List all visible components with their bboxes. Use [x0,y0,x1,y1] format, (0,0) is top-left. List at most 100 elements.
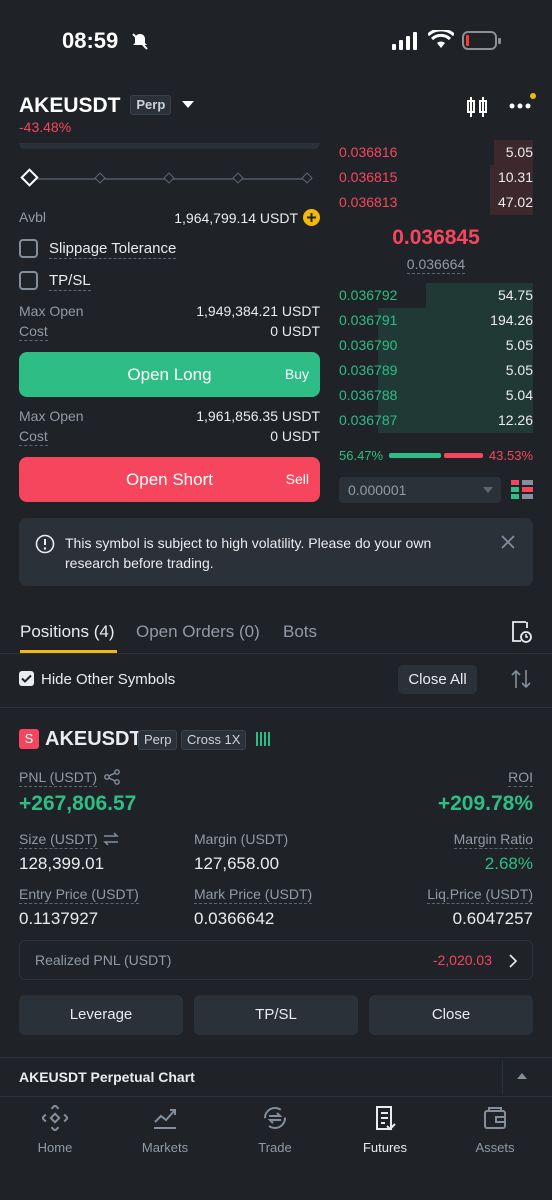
history-icon[interactable] [510,620,532,644]
long-max-open-row: Max Open 1,949,384.21 USDT [19,303,320,319]
more-icon[interactable] [508,92,538,118]
mark-price[interactable]: 0.036664 [339,256,533,274]
size-value: 128,399.01 [19,854,105,873]
bid-qty: 54.75 [497,287,533,303]
long-cost-value: 0 USDT [270,323,320,339]
short-cost-value: 0 USDT [270,428,320,444]
position-symbol[interactable]: AKEUSDT [45,728,142,751]
pnl-label: PNL (USDT) [19,769,98,787]
mark-price-label: Mark Price (USDT) [194,886,313,904]
margin-label: Margin (USDT) [194,831,289,847]
bid-row[interactable]: 0.036788 5.04 [339,383,533,408]
bid-row[interactable]: 0.036791 194.26 [339,308,533,333]
bid-row[interactable]: 0.036787 12.26 [339,408,533,433]
slippage-checkbox[interactable] [19,239,38,258]
input-bottom-edge [19,143,320,149]
short-max-open-row: Max Open 1,961,856.35 USDT [19,408,320,424]
nav-assets-label: Assets [475,1140,515,1155]
realized-pnl-label: Realized PNL (USDT) [35,952,172,968]
realized-pnl-row[interactable]: Realized PNL (USDT) -2,020.03 [19,940,533,980]
open-short-label: Open Short [126,470,213,489]
ask-row[interactable]: 0.036813 47.02 [339,190,533,215]
amount-slider[interactable] [19,168,320,188]
nav-home[interactable]: Home [0,1103,110,1155]
swap-units-icon[interactable] [102,832,120,846]
nav-trade[interactable]: Trade [220,1105,330,1155]
nav-futures[interactable]: Futures [330,1105,440,1155]
short-max-open-value: 1,961,856.35 USDT [196,408,320,424]
bid-price: 0.036790 [339,337,398,353]
margin-value: 127,658.00 [194,854,280,873]
bottom-nav: Home Markets Trade Futures Assets [0,1096,552,1200]
available-row: Avbl 1,964,799.14 USDT [19,209,320,226]
tpsl-checkbox[interactable] [19,271,38,290]
close-position-button[interactable]: Close [369,995,533,1035]
book-layout-icon[interactable] [511,480,533,500]
sort-icon[interactable] [510,668,532,690]
position-perp-tag: Perp [138,730,178,750]
last-price[interactable]: 0.036845 [339,226,533,250]
buy-label: Buy [284,366,309,382]
caret-up-icon[interactable] [517,1073,527,1080]
ratio-sell-bar [444,453,483,458]
price-change: -43.48% [19,119,72,135]
ask-row[interactable]: 0.036815 10.31 [339,165,533,190]
slippage-label[interactable]: Slippage Tolerance [49,240,177,259]
ask-row[interactable]: 0.036816 5.05 [339,140,533,165]
chart-icon [154,1109,176,1129]
bid-price: 0.036791 [339,312,398,328]
positions-tabs: Positions (4) Open Orders (0) Bots [0,612,552,654]
hide-symbols-checkbox[interactable] [19,671,34,686]
tpsl-button[interactable]: TP/SL [194,995,358,1035]
leverage-button[interactable]: Leverage [19,995,183,1035]
swap-icon [264,1107,286,1129]
bid-qty: 5.05 [505,362,533,378]
short-max-open-label: Max Open [19,408,84,424]
bid-row[interactable]: 0.036790 5.05 [339,333,533,358]
ask-price: 0.036813 [339,194,398,210]
banner-text: This symbol is subject to high volatilit… [65,535,432,571]
liq-price-value: 0.6047257 [452,909,533,928]
bid-row[interactable]: 0.036792 54.75 [339,283,533,308]
avbl-label: Avbl [19,209,46,225]
tab-open-orders[interactable]: Open Orders (0) [136,622,260,642]
open-short-button[interactable]: Open Short Sell [19,457,320,502]
tick-size-select[interactable]: 0.000001 [339,477,501,503]
chevron-down-icon [483,487,493,493]
liq-price-label: Liq.Price (USDT) [427,886,533,904]
slider-handle[interactable] [20,168,39,187]
nav-markets[interactable]: Markets [110,1105,220,1155]
slippage-text: Slippage Tolerance [49,240,177,259]
entry-price-text: Entry Price (USDT) [19,886,139,904]
pnl-label-text: PNL (USDT) [19,769,98,787]
short-cost-label: Cost [19,428,48,446]
tab-positions[interactable]: Positions (4) [20,622,114,642]
chart-bar-label[interactable]: AKEUSDT Perpetual Chart [19,1069,195,1085]
mark-price-value: 0.036664 [406,256,466,274]
symbol-selector[interactable]: AKEUSDT Perp [19,94,195,118]
binance-icon [40,1103,70,1133]
bid-price: 0.036788 [339,387,398,403]
nav-assets[interactable]: Assets [440,1105,550,1155]
bid-qty: 5.05 [505,337,533,353]
candlestick-icon[interactable] [466,96,488,118]
close-icon[interactable] [501,535,515,549]
hide-symbols-label[interactable]: Hide Other Symbols [41,671,175,688]
liq-price-text: Liq.Price (USDT) [427,886,533,904]
share-icon[interactable] [104,769,120,785]
status-time: 08:59 [62,28,119,53]
symbol-header: AKEUSDT Perp -43.48% [0,84,552,144]
bid-row[interactable]: 0.036789 5.05 [339,358,533,383]
tab-bots[interactable]: Bots [283,622,317,642]
long-cost-row: Cost 0 USDT [19,323,320,341]
active-tab-indicator [20,650,117,653]
tick-size-value: 0.000001 [348,482,407,498]
add-funds-icon[interactable] [303,209,320,226]
bell-muted-icon [132,33,148,50]
tpsl-label[interactable]: TP/SL [49,272,91,291]
volatility-banner: This symbol is subject to high volatilit… [19,518,533,586]
open-long-button[interactable]: Open Long Buy [19,352,320,397]
open-long-label: Open Long [127,365,212,384]
close-all-button[interactable]: Close All [398,665,477,694]
size-label: Size (USDT) [19,831,98,849]
